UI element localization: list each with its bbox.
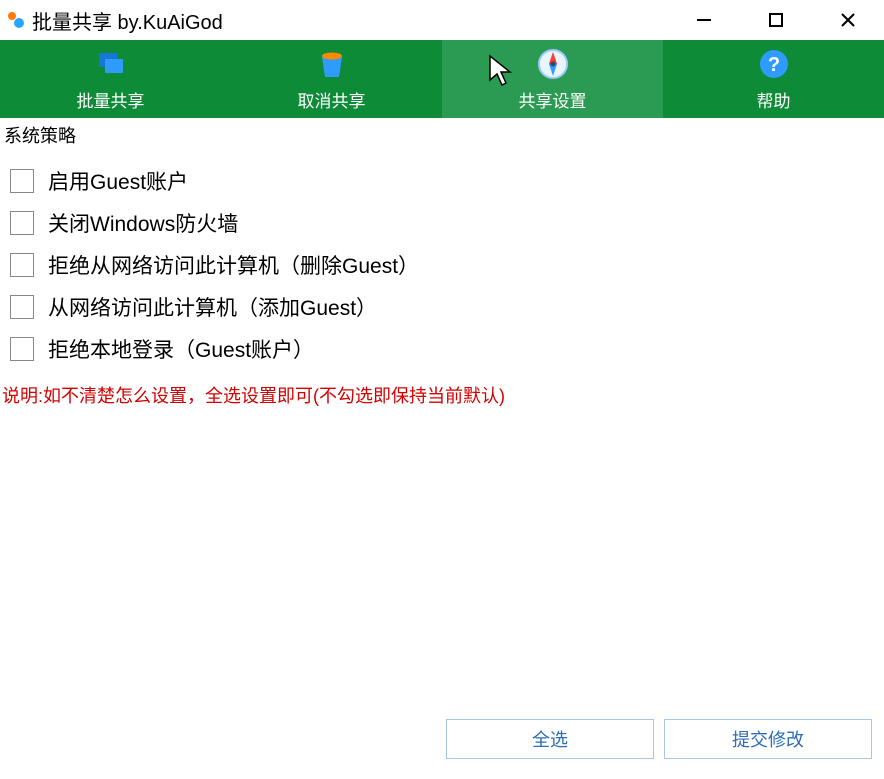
window-title: 批量共享 by.KuAiGod [32,6,223,35]
svg-text:?: ? [767,54,779,76]
select-all-button[interactable]: 全选 [446,719,654,759]
tab-label: 共享设置 [519,87,587,112]
checkbox-deny-network-remove-guest[interactable] [10,253,34,277]
titlebar-left: 批量共享 by.KuAiGod [6,6,223,35]
policy-row: 拒绝从网络访问此计算机（删除Guest） [10,244,874,286]
policy-row: 从网络访问此计算机（添加Guest） [10,286,874,328]
policy-label[interactable]: 拒绝本地登录（Guest账户） [48,334,314,364]
checkbox-network-add-guest[interactable] [10,295,34,319]
note-text: 说明:如不清楚怎么设置，全选设置即可(不勾选即保持当前默认) [0,370,884,408]
maximize-button[interactable] [740,0,812,40]
tab-share-settings[interactable]: 共享设置 [442,40,663,118]
help-icon: ? [757,47,791,81]
tab-label: 取消共享 [298,87,366,112]
window-controls [668,0,884,40]
compass-icon [536,47,570,81]
policy-row: 拒绝本地登录（Guest账户） [10,328,874,370]
tab-batch-share[interactable]: 批量共享 [0,40,221,118]
toolbar: 批量共享 取消共享 共享设置 ? 帮助 [0,40,884,118]
app-icon [6,10,26,30]
tab-label: 帮助 [757,87,791,112]
titlebar: 批量共享 by.KuAiGod [0,0,884,40]
policy-label[interactable]: 关闭Windows防火墙 [48,208,238,238]
tab-help[interactable]: ? 帮助 [663,40,884,118]
tab-label: 批量共享 [77,87,145,112]
close-button[interactable] [812,0,884,40]
policy-row: 启用Guest账户 [10,160,874,202]
tab-cancel-share[interactable]: 取消共享 [221,40,442,118]
section-title: 系统策略 [0,118,884,150]
checkbox-deny-local-login-guest[interactable] [10,337,34,361]
checkbox-close-firewall[interactable] [10,211,34,235]
policy-row: 关闭Windows防火墙 [10,202,874,244]
policy-label[interactable]: 启用Guest账户 [48,166,188,196]
footer: 全选 提交修改 [446,719,872,759]
policy-label[interactable]: 拒绝从网络访问此计算机（删除Guest） [48,250,419,280]
checkbox-enable-guest[interactable] [10,169,34,193]
trash-icon [315,47,349,81]
policy-list: 启用Guest账户 关闭Windows防火墙 拒绝从网络访问此计算机（删除Gue… [0,150,884,370]
minimize-button[interactable] [668,0,740,40]
policy-label[interactable]: 从网络访问此计算机（添加Guest） [48,292,377,322]
folders-icon [94,47,128,81]
submit-button[interactable]: 提交修改 [664,719,872,759]
